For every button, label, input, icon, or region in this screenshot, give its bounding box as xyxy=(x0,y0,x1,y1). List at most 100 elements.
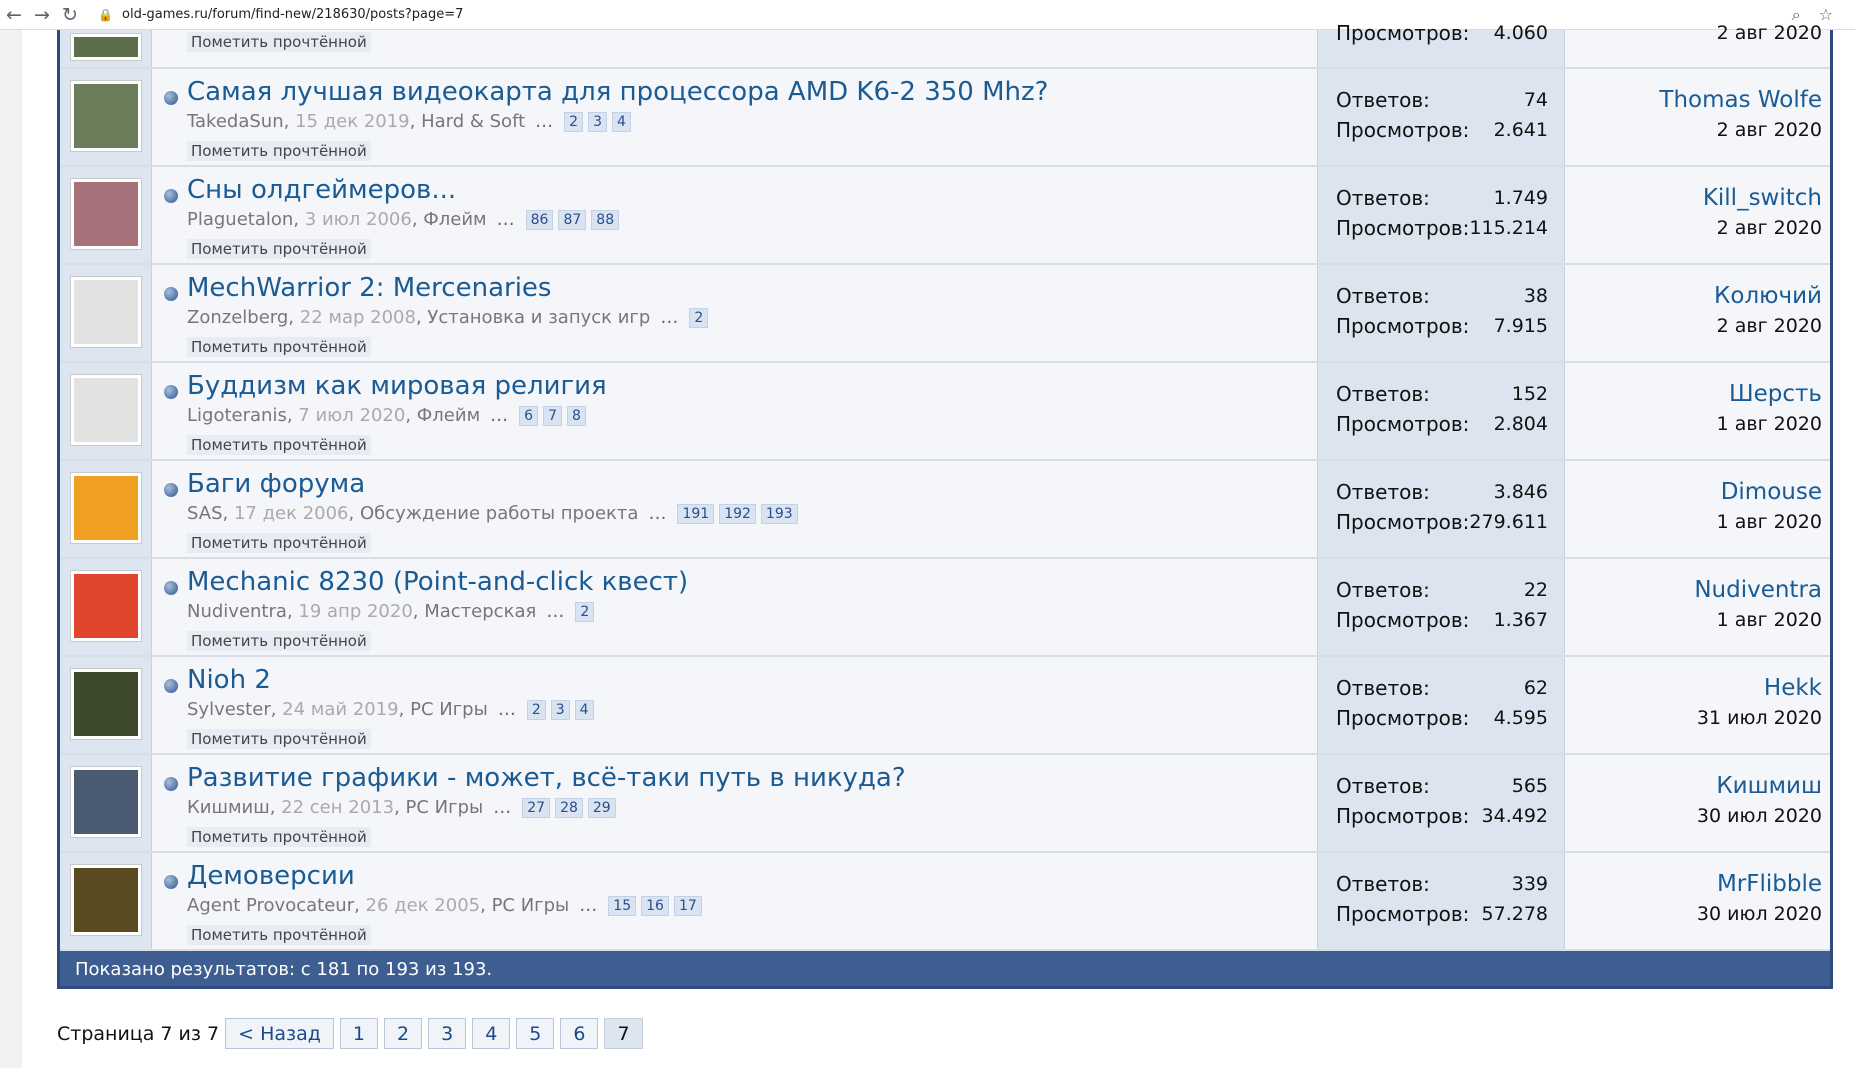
mark-read-link[interactable]: Пометить прочтённой xyxy=(187,32,371,52)
avatar[interactable] xyxy=(69,570,142,642)
thread-author-link[interactable]: Zonzelberg xyxy=(187,307,288,328)
mark-read-link[interactable]: Пометить прочтённой xyxy=(187,435,371,455)
thread-page-link[interactable]: 29 xyxy=(587,797,616,818)
avatar[interactable] xyxy=(69,668,142,740)
mark-read-link[interactable]: Пометить прочтённой xyxy=(187,631,371,651)
avatar[interactable] xyxy=(69,33,142,61)
thread-author-link[interactable]: Agent Provocateur xyxy=(187,895,354,916)
thread-page-link[interactable]: 17 xyxy=(673,895,702,916)
last-poster-link[interactable]: Nudiventra xyxy=(1565,575,1822,605)
thread-page-link[interactable]: 7 xyxy=(543,405,562,426)
thread-author-link[interactable]: Nudiventra xyxy=(187,601,287,622)
last-post-date: 2 авг 2020 xyxy=(1716,217,1822,239)
last-poster-link[interactable]: Kill_switch xyxy=(1565,183,1822,213)
address-bar[interactable]: 🔒 old-games.ru/forum/find-new/218630/pos… xyxy=(98,7,463,22)
last-poster-link[interactable]: Hekk xyxy=(1565,673,1822,703)
mark-read-link[interactable]: Пометить прочтённой xyxy=(187,925,371,945)
thread-title-link[interactable]: Самая лучшая видеокарта для процессора A… xyxy=(187,77,1048,107)
thread-page-link[interactable]: 4 xyxy=(574,699,594,720)
last-poster-link[interactable]: Кишмиш xyxy=(1565,771,1822,801)
avatar[interactable] xyxy=(69,374,142,446)
mark-read-link[interactable]: Пометить прочтённой xyxy=(187,729,371,749)
page-button-7[interactable]: 7 xyxy=(604,1018,643,1049)
last-poster-link[interactable]: Колючий xyxy=(1565,281,1822,311)
prev-page-button[interactable]: < Назад xyxy=(225,1018,334,1049)
last-poster-link[interactable]: MrFlibble xyxy=(1565,869,1822,899)
thread-forum-link[interactable]: Мастерская xyxy=(424,601,536,622)
thread-author-link[interactable]: Ligoteranis xyxy=(187,405,287,426)
thread-page-link[interactable]: 8 xyxy=(567,405,586,426)
pages-ellipsis: … xyxy=(579,895,598,916)
thread-title-link[interactable]: Развитие графики - может, всё-таки путь … xyxy=(187,763,906,793)
thread-author-link[interactable]: Кишмиш xyxy=(187,797,270,818)
last-post-date: 30 июл 2020 xyxy=(1696,805,1822,827)
mark-read-link[interactable]: Пометить прочтённой xyxy=(187,827,371,847)
avatar[interactable] xyxy=(69,864,142,936)
thread-title-link[interactable]: Баги форума xyxy=(187,469,365,499)
thread-forum-link[interactable]: Hard & Soft xyxy=(421,111,525,132)
thread-forum-link[interactable]: PC Игры xyxy=(410,699,488,720)
thread-page-link[interactable]: 87 xyxy=(558,209,587,230)
thread-title-link[interactable]: Буддизм как мировая религия xyxy=(187,371,607,401)
last-poster-link[interactable]: Dimouse xyxy=(1565,477,1822,507)
thread-start-date: 22 мар 2008 xyxy=(299,307,416,328)
avatar[interactable] xyxy=(69,178,142,250)
thread-author-link[interactable]: Sylvester xyxy=(187,699,271,720)
avatar[interactable] xyxy=(69,472,142,544)
page-button-5[interactable]: 5 xyxy=(516,1018,555,1049)
thread-page-link[interactable]: 3 xyxy=(588,111,607,132)
thread-forum-link[interactable]: Обсуждение работы проекта xyxy=(360,503,638,524)
thread-page-link[interactable]: 88 xyxy=(591,209,620,230)
thread-page-link[interactable]: 28 xyxy=(555,797,583,818)
mark-read-link[interactable]: Пометить прочтённой xyxy=(187,337,371,357)
page-button-6[interactable]: 6 xyxy=(560,1018,599,1049)
last-poster-link[interactable]: Шерсть xyxy=(1565,379,1822,409)
thread-page-link[interactable]: 2 xyxy=(689,307,709,328)
thread-title-link[interactable]: Демоверсии xyxy=(187,861,355,891)
thread-list: Пометить прочтённой Просмотров: 4.060 2 … xyxy=(57,21,1833,989)
thread-forum-link[interactable]: Установка и запуск игр xyxy=(427,307,650,328)
thread-page-link[interactable]: 193 xyxy=(760,503,798,524)
thread-meta: Plaguetalon, 3 июл 2006, Флейм … 86 87 88 xyxy=(187,209,620,230)
page-button-4[interactable]: 4 xyxy=(472,1018,511,1049)
back-arrow-icon[interactable]: ← xyxy=(0,1,28,29)
thread-author-link[interactable]: TakedaSun xyxy=(187,111,284,132)
thread-page-link[interactable]: 27 xyxy=(522,797,551,818)
thread-page-link[interactable]: 3 xyxy=(550,699,570,720)
last-poster-link[interactable]: Thomas Wolfe xyxy=(1565,85,1822,115)
page-button-1[interactable]: 1 xyxy=(339,1018,379,1049)
mark-read-link[interactable]: Пометить прочтённой xyxy=(187,239,371,259)
page-button-2[interactable]: 2 xyxy=(384,1018,423,1049)
thread-forum-link[interactable]: PC Игры xyxy=(406,797,484,818)
thread-title-link[interactable]: Mechanic 8230 (Point-and-click квест) xyxy=(187,567,688,597)
thread-page-link[interactable]: 15 xyxy=(608,895,637,916)
thread-page-link[interactable]: 4 xyxy=(612,111,631,132)
thread-page-link[interactable]: 2 xyxy=(564,111,584,132)
thread-page-link[interactable]: 2 xyxy=(526,699,546,720)
avatar[interactable] xyxy=(69,276,142,348)
thread-forum-link[interactable]: PC Игры xyxy=(492,895,570,916)
thread-title-link[interactable]: MechWarrior 2: Mercenaries xyxy=(187,273,551,303)
thread-page-link[interactable]: 191 xyxy=(677,503,715,524)
thread-forum-link[interactable]: Флейм xyxy=(423,209,486,230)
thread-page-link[interactable]: 6 xyxy=(519,405,539,426)
reload-icon[interactable]: ↻ xyxy=(56,1,84,29)
avatar[interactable] xyxy=(69,766,142,838)
mark-read-link[interactable]: Пометить прочтённой xyxy=(187,533,371,553)
mark-read-link[interactable]: Пометить прочтённой xyxy=(187,141,371,161)
thread-page-link[interactable]: 16 xyxy=(641,895,669,916)
thread-author-link[interactable]: Plaguetalon xyxy=(187,209,293,230)
replies-label: Ответов: xyxy=(1336,186,1430,210)
thread-page-link[interactable]: 86 xyxy=(525,209,554,230)
thread-forum-link[interactable]: Флейм xyxy=(417,405,480,426)
thread-author-link[interactable]: SAS xyxy=(187,503,223,524)
views-count: 4.595 xyxy=(1493,707,1548,729)
thread-title-link[interactable]: Сны олдгеймеров... xyxy=(187,175,456,205)
thread-page-link[interactable]: 192 xyxy=(719,503,756,524)
thread-page-link[interactable]: 2 xyxy=(575,601,595,622)
page-button-3[interactable]: 3 xyxy=(428,1018,467,1049)
thread-title-link[interactable]: Nioh 2 xyxy=(187,665,271,695)
avatar[interactable] xyxy=(69,80,142,152)
views-count: 1.367 xyxy=(1493,609,1548,631)
forward-arrow-icon[interactable]: → xyxy=(28,1,56,29)
